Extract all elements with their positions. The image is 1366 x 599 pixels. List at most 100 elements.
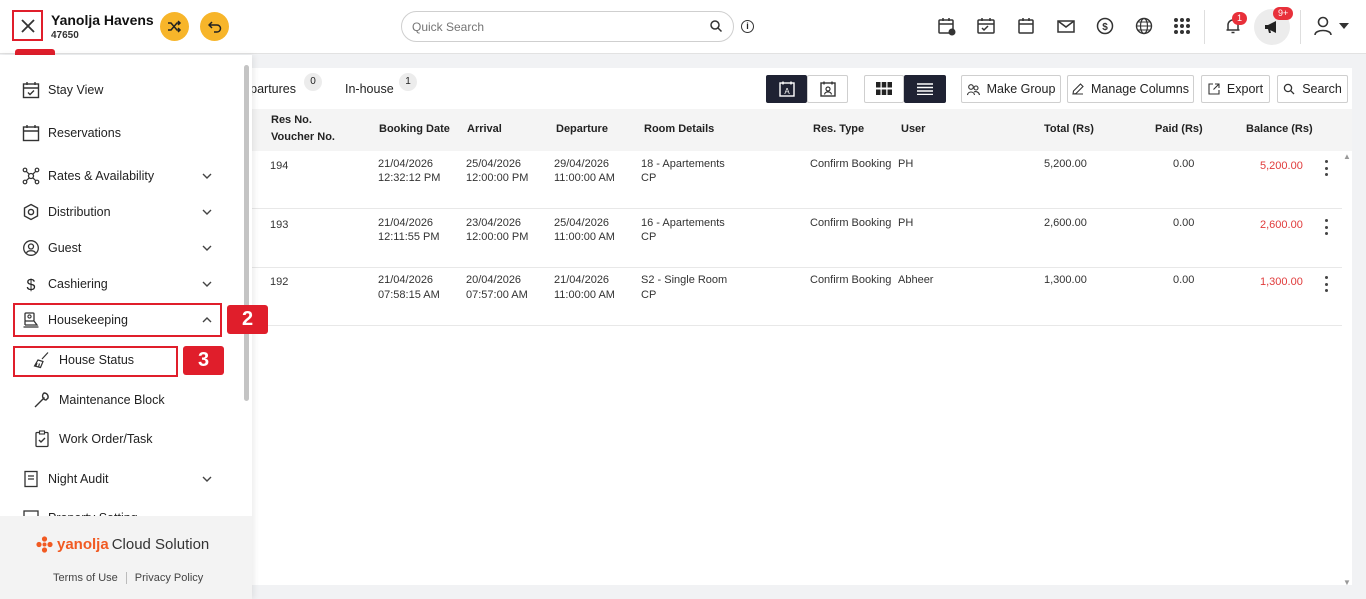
manage-columns-label: Manage Columns bbox=[1091, 82, 1189, 96]
quick-search-input[interactable] bbox=[412, 18, 702, 36]
scroll-down-arrow-icon[interactable]: ▼ bbox=[1343, 578, 1351, 587]
sidebar-item-stay-view[interactable]: Stay View bbox=[0, 72, 240, 108]
quick-search[interactable] bbox=[401, 11, 734, 42]
chevron-down-icon bbox=[200, 205, 214, 219]
search-button[interactable]: Search bbox=[1277, 75, 1348, 103]
sidebar-item-cashiering[interactable]: $ Cashiering bbox=[0, 266, 240, 302]
departure-view-button[interactable] bbox=[807, 75, 848, 103]
grid-view-button[interactable] bbox=[864, 75, 904, 103]
col-paid[interactable]: Paid (Rs) bbox=[1155, 123, 1203, 135]
row-menu-icon[interactable] bbox=[1323, 219, 1329, 235]
chevron-down-icon bbox=[200, 169, 214, 183]
terms-link[interactable]: Terms of Use bbox=[53, 572, 118, 584]
calendar-person-icon bbox=[819, 81, 836, 97]
res-no[interactable]: 193 bbox=[270, 218, 288, 233]
dollar-icon[interactable]: $ bbox=[1095, 16, 1115, 36]
guest-icon bbox=[21, 238, 41, 258]
departure-time: 11:00:00 AM bbox=[554, 231, 615, 243]
top-bar: Yanolja Havens 47650 i $ 1 9+ bbox=[0, 0, 1366, 54]
search-icon[interactable] bbox=[709, 19, 723, 33]
row-menu-icon[interactable] bbox=[1323, 276, 1329, 292]
network-icon bbox=[21, 166, 41, 186]
brand-name: yanolja bbox=[57, 536, 109, 553]
col-total[interactable]: Total (Rs) bbox=[1044, 123, 1094, 135]
calendar-icon bbox=[21, 123, 41, 143]
sidebar-item-label: Cashiering bbox=[48, 277, 108, 291]
list-icon bbox=[917, 83, 933, 95]
col-res-no[interactable]: Res No. bbox=[271, 114, 312, 126]
info-icon[interactable]: i bbox=[741, 20, 754, 33]
res-no[interactable]: 194 bbox=[270, 159, 288, 174]
privacy-link[interactable]: Privacy Policy bbox=[135, 572, 203, 584]
manage-columns-button[interactable]: Manage Columns bbox=[1067, 75, 1194, 103]
globe-icon[interactable] bbox=[1134, 16, 1154, 36]
mail-icon[interactable] bbox=[1056, 16, 1076, 36]
sidebar-subitem-work-order[interactable]: Work Order/Task bbox=[0, 421, 240, 457]
table-row[interactable]: 192 21/04/2026 07:58:15 AM 20/04/2026 07… bbox=[252, 268, 1342, 326]
departure-date: 21/04/2026 bbox=[554, 274, 610, 286]
switch-property-button[interactable] bbox=[160, 12, 189, 41]
search-label: Search bbox=[1302, 82, 1342, 96]
sidebar-footer: yanolja Cloud Solution Terms of Use Priv… bbox=[0, 516, 252, 599]
row-menu-icon[interactable] bbox=[1323, 160, 1329, 176]
sidebar-item-reservations[interactable]: Reservations bbox=[0, 115, 240, 151]
settings-hex-icon bbox=[21, 202, 41, 222]
booking-time: 07:58:15 AM bbox=[378, 289, 440, 301]
tab-departures[interactable]: Departures bbox=[252, 82, 296, 96]
arrival-view-button[interactable]: A bbox=[766, 75, 807, 103]
col-balance[interactable]: Balance (Rs) bbox=[1246, 123, 1313, 135]
user-menu[interactable] bbox=[1313, 16, 1349, 36]
caret-down-icon bbox=[1339, 23, 1349, 29]
booking-date: 21/04/2026 bbox=[378, 158, 434, 170]
departure-date: 29/04/2026 bbox=[554, 158, 610, 170]
step-marker-2: 2 bbox=[227, 305, 268, 334]
arrival-time: 07:57:00 AM bbox=[466, 289, 528, 301]
table-row[interactable]: 194 21/04/2026 12:32:12 PM 25/04/2026 12… bbox=[252, 151, 1342, 209]
sidebar-item-label: Work Order/Task bbox=[59, 432, 153, 446]
brand-suffix: Cloud Solution bbox=[111, 536, 210, 553]
room-details: 18 - Apartements bbox=[641, 158, 725, 170]
highlight-housekeeping bbox=[13, 303, 222, 337]
room-details: 16 - Apartements bbox=[641, 217, 725, 229]
col-res-type[interactable]: Res. Type bbox=[813, 123, 864, 135]
col-booking-date[interactable]: Booking Date bbox=[379, 123, 450, 135]
res-type: Confirm Booking bbox=[810, 274, 892, 286]
arrival-time: 12:00:00 PM bbox=[466, 231, 529, 243]
sidebar-subitem-maintenance-block[interactable]: Maintenance Block bbox=[0, 382, 240, 418]
tab-inhouse[interactable]: In-house bbox=[345, 82, 394, 96]
reservation-list-panel: Departures 0 In-house 1 A Make Group Man… bbox=[252, 68, 1352, 585]
scroll-up-arrow-icon[interactable]: ▲ bbox=[1343, 152, 1351, 161]
export-button[interactable]: Export bbox=[1201, 75, 1270, 103]
close-menu-button[interactable] bbox=[12, 10, 43, 41]
table-row[interactable]: 193 21/04/2026 12:11:55 PM 23/04/2026 12… bbox=[252, 210, 1342, 268]
undo-button[interactable] bbox=[200, 12, 229, 41]
search-icon bbox=[1283, 83, 1295, 95]
calendar-add-icon[interactable] bbox=[937, 16, 957, 36]
calendar-icon[interactable] bbox=[1016, 16, 1036, 36]
list-view-button[interactable] bbox=[904, 75, 946, 103]
sidebar-item-distribution[interactable]: Distribution bbox=[0, 194, 240, 230]
pencil-icon bbox=[1072, 83, 1084, 95]
user: PH bbox=[898, 158, 914, 170]
sidebar-item-guest[interactable]: Guest bbox=[0, 230, 240, 266]
rate-plan: CP bbox=[641, 172, 657, 184]
divider bbox=[1204, 10, 1205, 44]
total-amount: 2,600.00 bbox=[1044, 217, 1087, 229]
hotel-name: Yanolja Havens bbox=[51, 12, 154, 28]
col-departure[interactable]: Departure bbox=[556, 123, 608, 135]
hotel-code: 47650 bbox=[51, 30, 79, 41]
apps-grid-icon[interactable] bbox=[1172, 16, 1192, 36]
chevron-down-icon bbox=[200, 472, 214, 486]
sidebar-scrollbar[interactable] bbox=[244, 65, 249, 401]
col-voucher-no[interactable]: Voucher No. bbox=[271, 131, 335, 143]
make-group-button[interactable]: Make Group bbox=[961, 75, 1061, 103]
col-room-details[interactable]: Room Details bbox=[644, 123, 714, 135]
res-no[interactable]: 192 bbox=[270, 275, 288, 290]
arrival-date: 25/04/2026 bbox=[466, 158, 522, 170]
sidebar-item-rates-availability[interactable]: Rates & Availability bbox=[0, 158, 240, 194]
col-user[interactable]: User bbox=[901, 123, 925, 135]
sidebar-item-night-audit[interactable]: Night Audit bbox=[0, 461, 240, 497]
col-arrival[interactable]: Arrival bbox=[467, 123, 502, 135]
calendar-check-icon[interactable] bbox=[976, 16, 996, 36]
departure-time: 11:00:00 AM bbox=[554, 289, 615, 301]
